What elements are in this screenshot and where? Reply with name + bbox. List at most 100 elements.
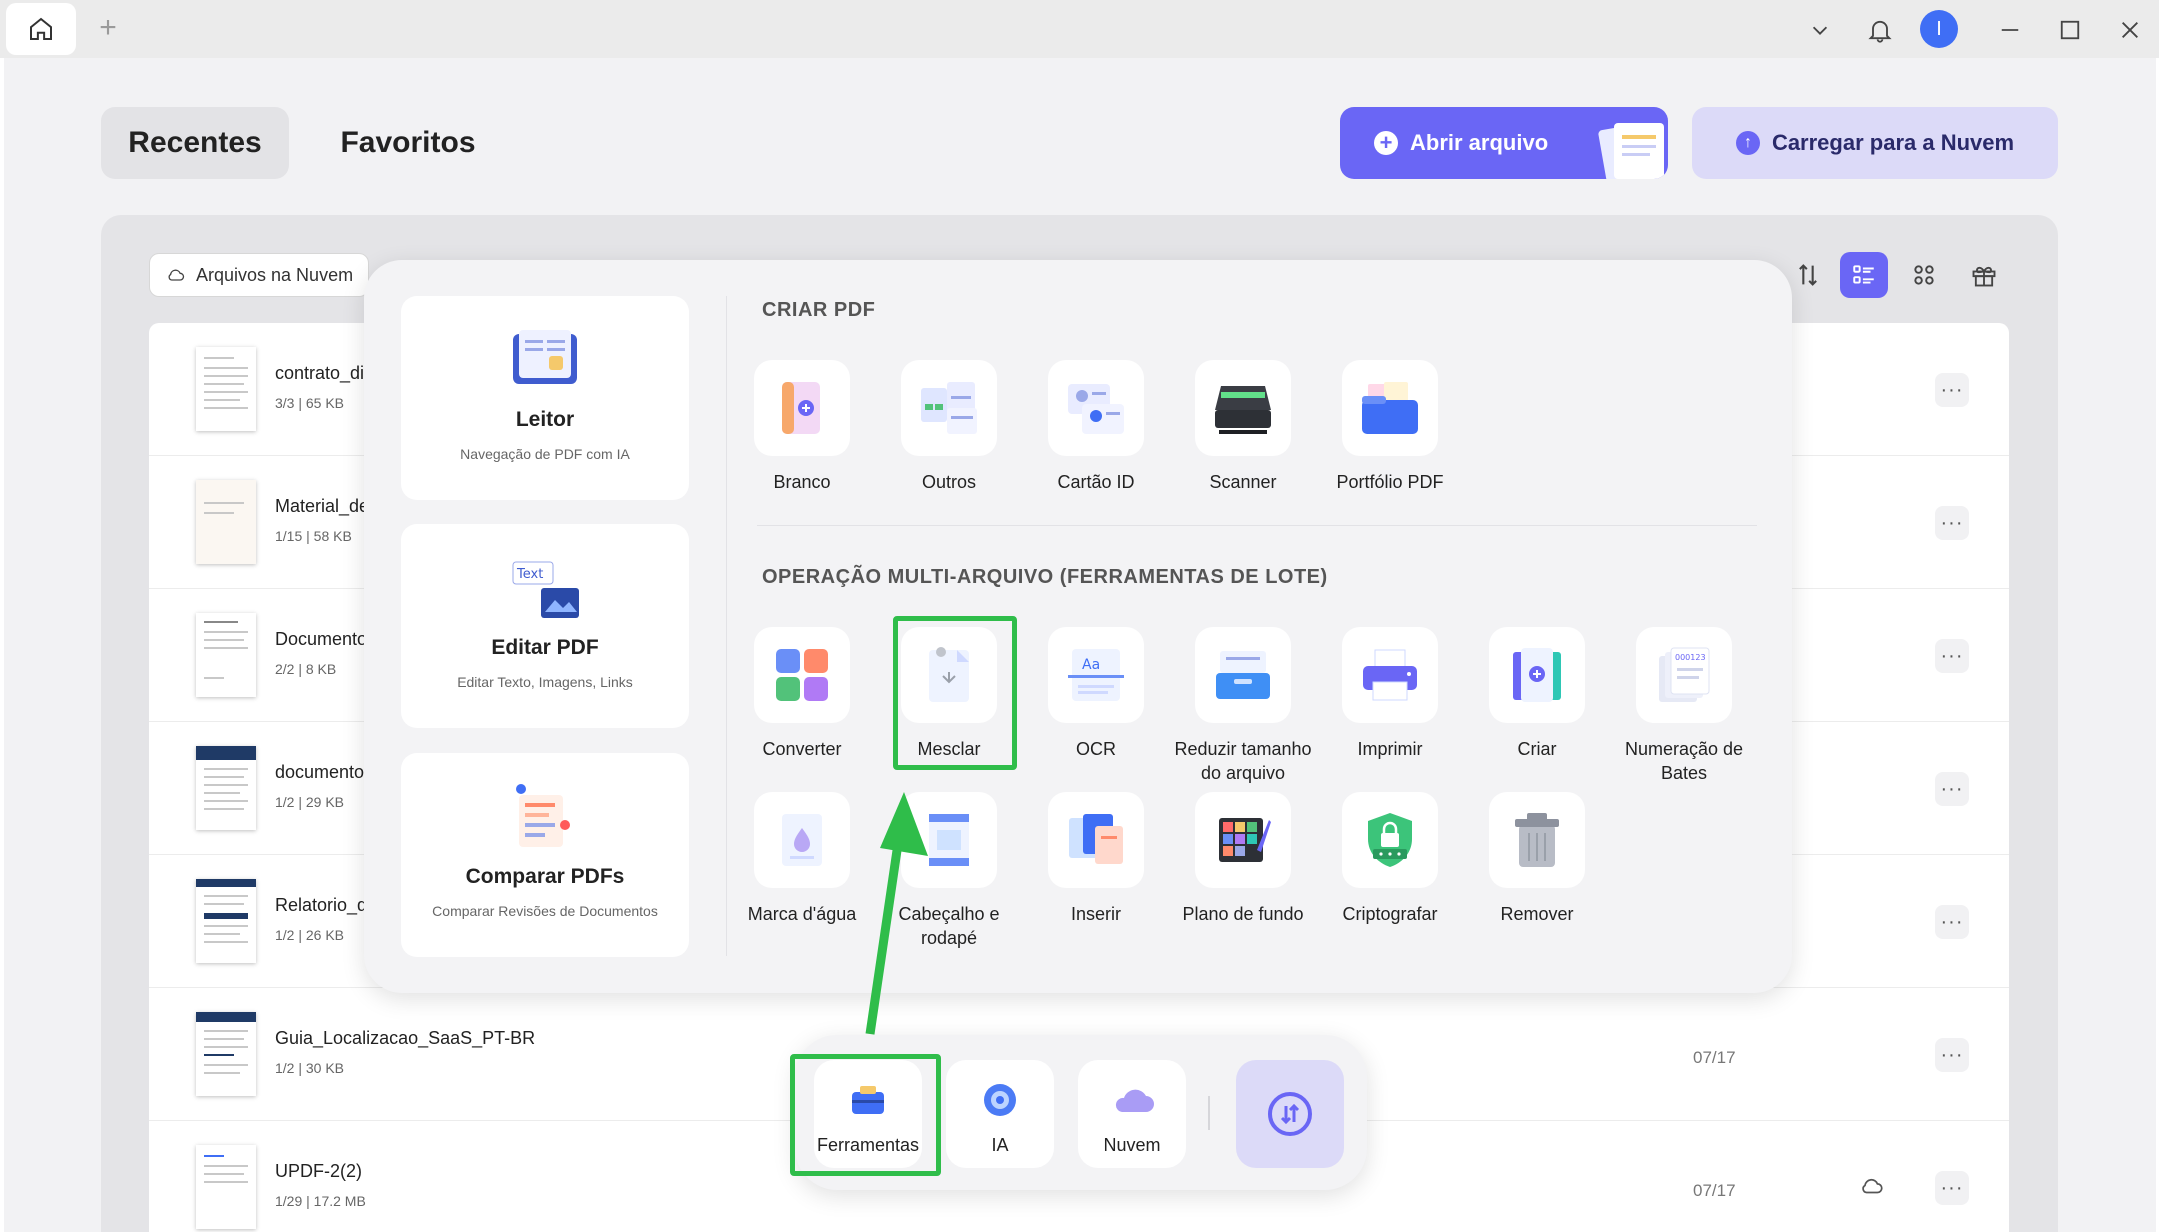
cloud-files-label: Arquivos na Nuvem — [196, 264, 354, 285]
edit-pdf-card[interactable]: Text Editar PDF Editar Texto, Imagens, L… — [401, 524, 689, 728]
svg-text:Text: Text — [516, 567, 543, 582]
encrypt-icon — [1342, 792, 1438, 888]
tool-others[interactable]: Outros — [879, 360, 1019, 494]
open-file-button[interactable]: + Abrir arquivo — [1340, 107, 1668, 179]
tool-label: Criar — [1517, 739, 1557, 759]
tool-compress[interactable]: Reduzir tamanho do arquivo — [1173, 627, 1313, 785]
more-icon[interactable]: ··· — [1935, 1171, 1969, 1205]
tool-id-card[interactable]: Cartão ID — [1026, 360, 1166, 494]
tool-label: Imprimir — [1357, 739, 1423, 759]
tool-label: Criptografar — [1342, 904, 1438, 924]
tool-encrypt[interactable]: Criptografar — [1320, 792, 1460, 926]
maximize-icon[interactable] — [2050, 10, 2090, 50]
reader-icon — [513, 330, 577, 384]
more-icon[interactable]: ··· — [1935, 506, 1969, 540]
tool-background[interactable]: Plano de fundo — [1173, 792, 1313, 926]
tool-convert[interactable]: Converter — [732, 627, 872, 761]
tool-remove[interactable]: Remover — [1467, 792, 1607, 926]
tool-label: Remover — [1500, 904, 1574, 924]
file-meta: 1/2 | 29 KB — [275, 794, 345, 810]
dock-ai[interactable]: IA — [946, 1060, 1054, 1168]
close-icon[interactable] — [2110, 10, 2150, 50]
tool-label: Inserir — [1070, 904, 1121, 924]
cloud-icon — [168, 269, 185, 281]
file-thumbnail — [196, 746, 256, 830]
gift-icon[interactable] — [1960, 252, 2008, 298]
tool-label: Plano de fundo — [1182, 904, 1304, 924]
batch-heading: OPERAÇÃO MULTI-ARQUIVO (FERRAMENTAS DE L… — [762, 566, 1328, 588]
list-view-icon[interactable] — [1840, 252, 1888, 298]
reader-subtitle: Navegação de PDF com IA — [460, 446, 630, 462]
tool-label: Marca d'água — [747, 904, 857, 924]
convert-icon — [754, 627, 850, 723]
more-icon[interactable]: ··· — [1935, 373, 1969, 407]
compress-icon — [1195, 627, 1291, 723]
file-name: Material_de — [275, 496, 370, 516]
minimize-icon[interactable] — [1990, 10, 2030, 50]
tool-blank[interactable]: Branco — [732, 360, 872, 494]
more-icon[interactable]: ··· — [1935, 639, 1969, 673]
tool-portfolio[interactable]: Portfólio PDF — [1320, 360, 1460, 494]
home-icon — [30, 17, 52, 40]
compare-pdf-icon — [516, 784, 570, 847]
tool-label: Outros — [921, 472, 977, 492]
file-thumbnail — [196, 480, 256, 564]
file-name: UPDF-2(2) — [275, 1161, 363, 1181]
swap-icon — [1268, 1092, 1312, 1136]
grid-view-icon[interactable] — [1900, 252, 1948, 298]
upload-cloud-button[interactable]: ↑ Carregar para a Nuvem — [1692, 107, 2058, 179]
create-icon — [1489, 627, 1585, 723]
merge-highlight — [893, 616, 1017, 770]
more-icon[interactable]: ··· — [1935, 905, 1969, 939]
portfolio-icon — [1342, 360, 1438, 456]
cloud-files-filter[interactable]: Arquivos na Nuvem — [149, 253, 369, 297]
new-tab-icon[interactable]: + — [92, 11, 124, 44]
dock-ai-label: IA — [991, 1135, 1009, 1155]
tab-favorites[interactable]: Favoritos — [318, 107, 498, 179]
chevron-down-icon[interactable] — [1800, 10, 1840, 50]
edit-pdf-title: Editar PDF — [491, 636, 599, 659]
file-thumbnail — [196, 1145, 256, 1229]
tool-label: Scanner — [1209, 472, 1277, 492]
file-date: 07/17 — [1693, 1048, 1736, 1067]
arrow-icon — [865, 792, 928, 1035]
file-name: contrato_di — [275, 363, 365, 383]
file-name: Guia_Localizacao_SaaS_PT-BR — [275, 1028, 536, 1048]
file-thumbnail — [196, 613, 256, 697]
open-file-label: Abrir arquivo — [1410, 130, 1549, 155]
documents-illustration-icon — [1598, 123, 1664, 179]
tool-bates[interactable]: 000123 Numeração de Bates — [1614, 627, 1754, 785]
watermark-icon — [754, 792, 850, 888]
reader-card[interactable]: Leitor Navegação de PDF com IA — [401, 296, 689, 500]
ocr-icon: Aa — [1048, 627, 1144, 723]
insert-icon — [1048, 792, 1144, 888]
tool-watermark[interactable]: Marca d'água — [732, 792, 872, 926]
cloud-synced-icon — [1862, 1178, 1883, 1194]
avatar[interactable]: I — [1920, 10, 1958, 48]
more-icon[interactable]: ··· — [1935, 772, 1969, 806]
reader-title: Leitor — [515, 408, 575, 431]
tool-create[interactable]: Criar — [1467, 627, 1607, 761]
tool-ocr[interactable]: Aa OCR — [1026, 627, 1166, 761]
tab-recent[interactable]: Recentes — [101, 107, 289, 179]
swap-button[interactable] — [1236, 1060, 1344, 1168]
home-tab[interactable] — [6, 3, 76, 55]
create-pdf-heading: CRIAR PDF — [762, 299, 876, 321]
divider — [757, 525, 1757, 526]
upload-cloud-label: Carregar para a Nuvem — [1771, 130, 2015, 155]
bell-icon[interactable] — [1860, 10, 1900, 50]
tool-print[interactable]: Imprimir — [1320, 627, 1460, 761]
trash-icon — [1489, 792, 1585, 888]
compare-pdf-subtitle: Comparar Revisões de Documentos — [432, 903, 658, 919]
dock-cloud[interactable]: Nuvem — [1078, 1060, 1186, 1168]
others-icon — [901, 360, 997, 456]
tool-scanner[interactable]: Scanner — [1173, 360, 1313, 494]
more-icon[interactable]: ··· — [1935, 1038, 1969, 1072]
tool-label: Reduzir tamanho do arquivo — [1174, 739, 1312, 783]
svg-text:000123: 000123 — [1675, 653, 1706, 662]
printer-icon — [1342, 627, 1438, 723]
compare-pdf-card[interactable]: Comparar PDFs Comparar Revisões de Docum… — [401, 753, 689, 957]
edit-pdf-icon: Text — [512, 561, 579, 618]
file-name: Documento — [275, 629, 368, 649]
tool-insert[interactable]: Inserir — [1026, 792, 1166, 926]
